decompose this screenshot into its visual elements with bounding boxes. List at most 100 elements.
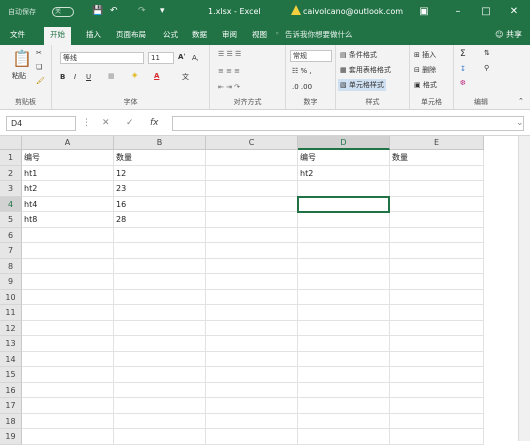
format-cells-button[interactable]: ▣ 格式 — [414, 80, 437, 90]
cell-e17[interactable] — [390, 398, 484, 414]
fill-icon[interactable]: ↧ — [460, 65, 466, 73]
cell-e14[interactable] — [390, 351, 484, 367]
tab-formulas[interactable]: 公式 — [163, 29, 178, 40]
cell-d2[interactable]: ht2 — [298, 165, 390, 181]
customize-toolbar-icon[interactable]: ▾ — [160, 6, 165, 16]
cell-e18[interactable] — [390, 413, 484, 429]
cell-c5[interactable] — [206, 212, 298, 228]
row-header-10[interactable]: 10 — [0, 289, 22, 305]
vertical-scrollbar[interactable] — [518, 136, 530, 441]
cell-a8[interactable] — [22, 258, 114, 274]
cell-e10[interactable] — [390, 289, 484, 305]
cell-b13[interactable] — [114, 336, 206, 352]
find-icon[interactable]: ⚲ — [484, 64, 489, 72]
cut-icon[interactable]: ✂ — [36, 49, 42, 57]
cell-e8[interactable] — [390, 258, 484, 274]
cell-b9[interactable] — [114, 274, 206, 290]
cell-b18[interactable] — [114, 413, 206, 429]
tab-page-layout[interactable]: 页面布局 — [116, 29, 146, 40]
autosum-icon[interactable]: Σ — [460, 49, 466, 59]
row-header-15[interactable]: 15 — [0, 367, 22, 383]
cell-b15[interactable] — [114, 367, 206, 383]
cell-d8[interactable] — [298, 258, 390, 274]
cancel-icon[interactable]: ✕ — [102, 118, 110, 128]
cell-b4[interactable]: 16 — [114, 196, 206, 212]
cell-b2[interactable]: 12 — [114, 165, 206, 181]
cell-c7[interactable] — [206, 243, 298, 259]
cell-e11[interactable] — [390, 305, 484, 321]
paste-button[interactable]: 粘贴 — [12, 71, 26, 81]
cell-a10[interactable] — [22, 289, 114, 305]
cell-a11[interactable] — [22, 305, 114, 321]
insert-function-icon[interactable]: fx — [150, 118, 159, 128]
row-header-17[interactable]: 17 — [0, 398, 22, 414]
cell-b16[interactable] — [114, 382, 206, 398]
maximize-button[interactable]: □ — [476, 4, 496, 20]
row-header-4[interactable]: 4 — [0, 196, 22, 212]
cell-e7[interactable] — [390, 243, 484, 259]
cell-d1[interactable]: 编号 — [298, 150, 390, 166]
cell-e19[interactable] — [390, 429, 484, 445]
cell-c2[interactable] — [206, 165, 298, 181]
row-header-3[interactable]: 3 — [0, 181, 22, 197]
row-header-16[interactable]: 16 — [0, 382, 22, 398]
cell-d19[interactable] — [298, 429, 390, 445]
format-as-table-button[interactable]: ▦ 套用表格格式 — [340, 65, 391, 75]
share-button[interactable]: ☺ 共享 — [495, 29, 522, 40]
row-header-13[interactable]: 13 — [0, 336, 22, 352]
cell-e9[interactable] — [390, 274, 484, 290]
row-header-8[interactable]: 8 — [0, 258, 22, 274]
tab-insert[interactable]: 插入 — [86, 29, 101, 40]
undo-icon[interactable]: ↶ — [110, 6, 118, 16]
cell-c3[interactable] — [206, 181, 298, 197]
align-left-icon[interactable]: ≡ ≡ ≡ — [218, 67, 240, 75]
sort-filter-icon[interactable]: ⇅ — [484, 49, 490, 57]
paste-icon[interactable]: 📋 — [12, 49, 32, 68]
cell-d13[interactable] — [298, 336, 390, 352]
close-button[interactable]: ✕ — [504, 4, 524, 20]
row-header-11[interactable]: 11 — [0, 305, 22, 321]
row-header-2[interactable]: 2 — [0, 165, 22, 181]
formula-input[interactable] — [172, 116, 524, 131]
align-top-icon[interactable]: ☰ ☰ ☰ — [218, 50, 241, 58]
cell-c1[interactable] — [206, 150, 298, 166]
cell-a1[interactable]: 编号 — [22, 150, 114, 166]
column-header-b[interactable]: B — [114, 136, 206, 150]
percent-icon[interactable]: ☷ % , — [292, 67, 312, 75]
cell-a6[interactable] — [22, 227, 114, 243]
name-box[interactable]: D4 — [6, 116, 76, 131]
cell-a14[interactable] — [22, 351, 114, 367]
ribbon-display-icon[interactable]: ▣ — [414, 4, 434, 20]
row-header-1[interactable]: 1 — [0, 150, 22, 166]
row-header-19[interactable]: 19 — [0, 429, 22, 445]
fill-color-icon[interactable]: ◈ — [132, 71, 137, 79]
cell-a7[interactable] — [22, 243, 114, 259]
tell-me-search[interactable]: 告诉我你想要做什么 — [285, 29, 353, 40]
cell-d5[interactable] — [298, 212, 390, 228]
column-header-c[interactable]: C — [206, 136, 298, 150]
autosave-toggle[interactable]: 关 — [52, 7, 74, 17]
decrease-font-icon[interactable]: Aˌ — [192, 54, 199, 62]
cell-b6[interactable] — [114, 227, 206, 243]
phonetic-icon[interactable]: 文 — [182, 72, 189, 82]
cell-c9[interactable] — [206, 274, 298, 290]
cell-d7[interactable] — [298, 243, 390, 259]
cell-c17[interactable] — [206, 398, 298, 414]
cell-b3[interactable]: 23 — [114, 181, 206, 197]
tab-data[interactable]: 数据 — [192, 29, 207, 40]
decimal-icon[interactable]: .0 .00 — [292, 83, 312, 91]
cell-d3[interactable] — [298, 181, 390, 197]
cell-a2[interactable]: ht1 — [22, 165, 114, 181]
copy-icon[interactable]: ❏ — [36, 63, 42, 71]
cell-a3[interactable]: ht2 — [22, 181, 114, 197]
cell-d11[interactable] — [298, 305, 390, 321]
cell-b14[interactable] — [114, 351, 206, 367]
cell-a9[interactable] — [22, 274, 114, 290]
increase-font-icon[interactable]: Aˈ — [178, 53, 186, 61]
cell-e12[interactable] — [390, 320, 484, 336]
cell-c16[interactable] — [206, 382, 298, 398]
cell-c4[interactable] — [206, 196, 298, 212]
cell-e6[interactable] — [390, 227, 484, 243]
cell-a4[interactable]: ht4 — [22, 196, 114, 212]
cell-a19[interactable] — [22, 429, 114, 445]
